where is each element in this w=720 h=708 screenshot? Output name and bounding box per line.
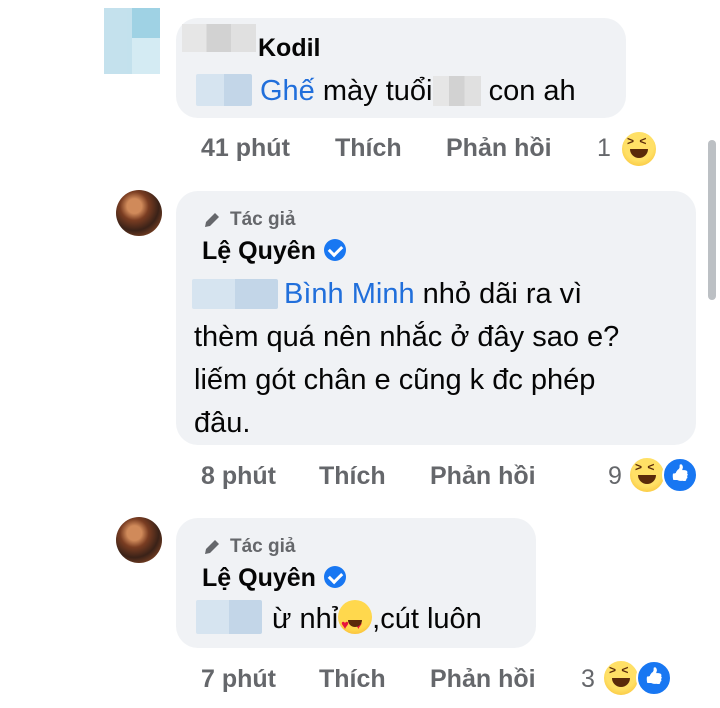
haha-icon (628, 456, 666, 494)
comment-author: Lệ Quyên (202, 237, 346, 266)
comment-time[interactable]: 7 phút (201, 665, 276, 694)
author-badge: Tác giả (202, 536, 295, 558)
reaction-count[interactable]: 9 (608, 462, 622, 491)
comment-author[interactable]: Kodil (258, 34, 321, 63)
avatar[interactable] (116, 517, 162, 563)
pencil-icon (205, 213, 219, 227)
author-badge-label: Tác giả (230, 536, 296, 557)
verified-icon (323, 566, 346, 588)
blurred-mention-prefix (192, 279, 278, 309)
comment-text: ừ nhỉ ,cút luôn (196, 598, 482, 646)
verified-icon (323, 239, 346, 261)
comment-bubble: Tác giả Lệ Quyên Bình Minh nhỏ dãi ra vì… (176, 191, 696, 445)
like-button[interactable]: Thích (319, 462, 386, 491)
like-button[interactable]: Thích (319, 665, 386, 694)
author-badge: Tác giả (202, 209, 295, 231)
comment-text-part: ừ nhỉ (272, 603, 339, 635)
haha-icon (602, 659, 640, 697)
like-button[interactable]: Thích (335, 134, 402, 163)
blurred-name-prefix (182, 24, 256, 52)
comment-line: nhỏ dãi ra vì (414, 278, 583, 310)
blurred-mention-prefix (196, 74, 252, 106)
comment-line: thèm quá nên nhắc ở đây sao e? (194, 321, 620, 353)
comment-text-part: con ah (488, 75, 576, 107)
blurred-mention-prefix (196, 600, 262, 634)
comment-time[interactable]: 8 phút (201, 462, 276, 491)
comment-text: Ghế mày tuổi con ah (196, 70, 576, 113)
comment-text: Bình Minh nhỏ dãi ra vì thèm quá nên nhắ… (192, 273, 619, 445)
reply-button[interactable]: Phản hồi (430, 665, 536, 694)
author-name[interactable]: Lệ Quyên (202, 237, 316, 265)
comment-text-part: mày tuổi (322, 75, 433, 107)
reaction-count[interactable]: 1 (597, 134, 611, 163)
mention-link[interactable]: Bình Minh (284, 278, 415, 310)
author-name[interactable]: Lệ Quyên (202, 564, 316, 592)
haha-icon (620, 130, 658, 168)
reply-button[interactable]: Phản hồi (430, 462, 536, 491)
comment-bubble: Kodil Ghế mày tuổi con ah (176, 18, 626, 118)
comment-text-part: ,cút luôn (372, 603, 482, 635)
author-badge-label: Tác giả (230, 209, 296, 230)
comment-line: liếm gót chân e cũng k đc phép (194, 364, 596, 396)
comment-line: đâu. (194, 407, 251, 439)
comment-bubble: Tác giả Lệ Quyên ừ nhỉ ,cút luôn (176, 518, 536, 648)
avatar[interactable] (104, 8, 160, 74)
like-icon (636, 660, 672, 696)
reaction-count[interactable]: 3 (581, 665, 595, 694)
pencil-icon (205, 540, 219, 554)
reply-button[interactable]: Phản hồi (446, 134, 552, 163)
heart-eyes-emoji-icon (338, 600, 373, 646)
like-icon (662, 457, 698, 493)
avatar[interactable] (116, 190, 162, 236)
comment-time[interactable]: 41 phút (201, 134, 290, 163)
blurred-text (432, 76, 481, 106)
scrollbar[interactable] (708, 140, 716, 300)
mention-link[interactable]: Ghế (260, 75, 315, 107)
comment-author: Lệ Quyên (202, 564, 346, 593)
